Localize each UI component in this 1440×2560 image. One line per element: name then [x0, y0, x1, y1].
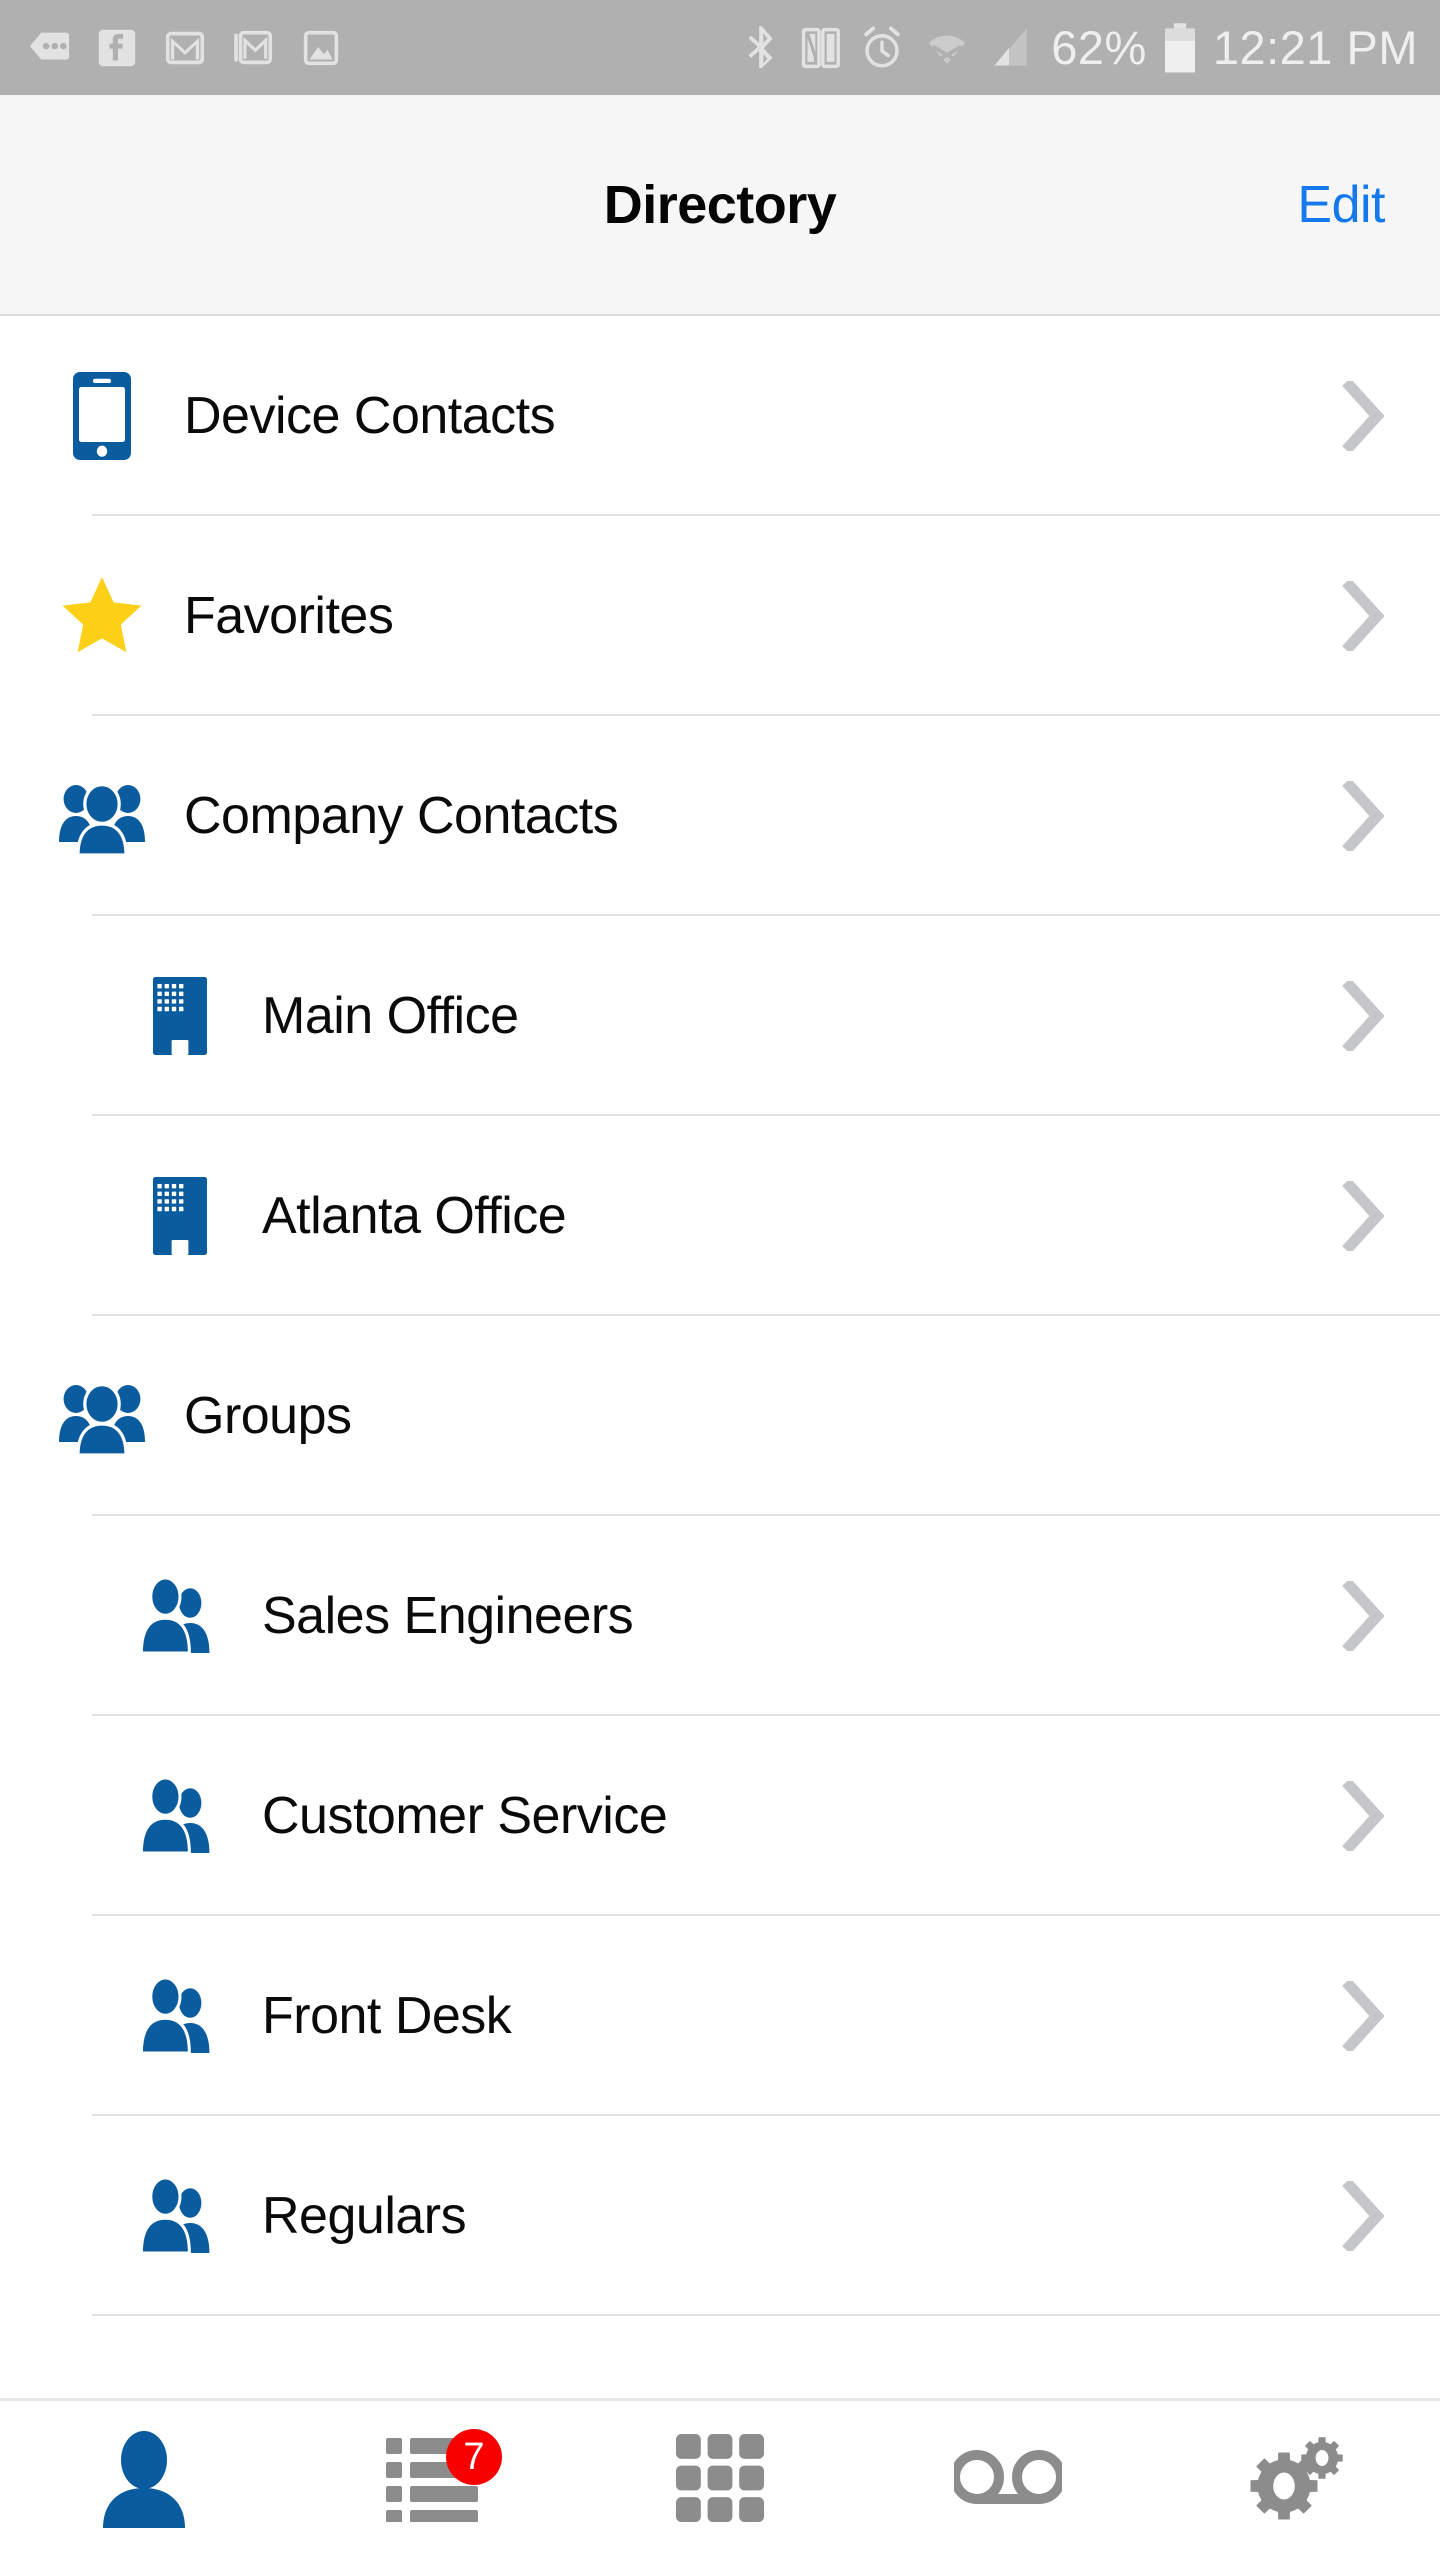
smartphone-icon [48, 370, 156, 462]
list-item-atlanta-office[interactable]: Atlanta Office [0, 1116, 1440, 1316]
clock-label: 12:21 PM [1212, 21, 1418, 74]
list-item-groups[interactable]: Groups [0, 1316, 1440, 1516]
list-item-label: Regulars [262, 2187, 467, 2245]
list-item-main-office[interactable]: Main Office [0, 916, 1440, 1116]
app-header: Directory Edit [0, 95, 1440, 316]
list-item-label: Favorites [184, 587, 394, 645]
list-item-regulars[interactable]: Regulars [0, 2116, 1440, 2316]
chevron-right-icon [1342, 781, 1384, 851]
list-item-device-contacts[interactable]: Device Contacts [0, 316, 1440, 516]
gmail-icon [165, 31, 205, 64]
group-two-icon [126, 2177, 234, 2255]
tab-badge: 7 [446, 2429, 502, 2485]
chevron-right-icon [1342, 1981, 1384, 2051]
messages-icon [29, 32, 70, 59]
star-icon [48, 574, 156, 658]
group-three-icon [48, 776, 156, 856]
phone-screen: 62% 12:21 PM Directory Edit Device Conta… [0, 0, 1440, 2560]
office-building-icon [126, 1174, 234, 1258]
tab-history[interactable]: 7 [288, 2401, 576, 2560]
battery-percent-label: 62% [1051, 21, 1147, 74]
page-title: Directory [603, 174, 837, 235]
alarm-icon [864, 25, 901, 67]
list-item-label: Device Contacts [184, 387, 556, 445]
battery-icon [1164, 22, 1195, 72]
list-item-customer-service[interactable]: Customer Service [0, 1716, 1440, 1916]
nfc-icon [802, 27, 841, 68]
group-two-icon [126, 1977, 234, 2055]
gmail-secondary-icon [234, 30, 273, 64]
wifi-disconnected-icon [929, 35, 966, 65]
list-item-company-contacts[interactable]: Company Contacts [0, 716, 1440, 916]
list-item-label: Main Office [262, 987, 519, 1045]
tab-contacts[interactable] [0, 2401, 288, 2560]
chevron-right-icon [1342, 981, 1384, 1051]
list-item-label: Customer Service [262, 1787, 668, 1845]
status-bar-notification-icons [26, 25, 739, 71]
bottom-tab-bar: 7 [0, 2398, 1440, 2560]
chevron-right-icon [1342, 581, 1384, 651]
edit-button[interactable]: Edit [1297, 175, 1385, 235]
status-bar: 62% 12:21 PM [0, 0, 1440, 95]
facebook-icon [98, 29, 136, 66]
chevron-right-icon [1342, 1181, 1384, 1251]
person-icon [100, 2428, 188, 2533]
cell-signal-icon [994, 28, 1028, 66]
office-building-icon [126, 974, 234, 1058]
group-two-icon [126, 1577, 234, 1655]
chevron-right-icon [1342, 1781, 1384, 1851]
list-item-sales-engineers[interactable]: Sales Engineers [0, 1516, 1440, 1716]
list-item-label: Company Contacts [184, 787, 619, 845]
tab-voicemail[interactable] [864, 2401, 1152, 2560]
voicemail-icon [950, 2445, 1066, 2516]
list-item-label: Groups [184, 1387, 352, 1445]
list-item-favorites[interactable]: Favorites [0, 516, 1440, 716]
list-item-front-desk[interactable]: Front Desk [0, 1916, 1440, 2116]
bluetooth-icon [748, 25, 773, 68]
tab-settings[interactable] [1152, 2401, 1440, 2560]
photos-icon [303, 30, 339, 65]
tab-keypad[interactable] [576, 2401, 864, 2560]
group-three-icon [48, 1376, 156, 1456]
row-divider [92, 2314, 1440, 2316]
chevron-right-icon [1342, 1581, 1384, 1651]
list-item-label: Atlanta Office [262, 1187, 567, 1245]
settings-gears-icon [1248, 2432, 1344, 2529]
status-bar-system-icons: 62% 12:21 PM [739, 20, 1418, 75]
group-two-icon [126, 1777, 234, 1855]
directory-list: Device Contacts Favorites Company Contacts… [0, 316, 1440, 2316]
chevron-right-icon [1342, 381, 1384, 451]
keypad-icon [676, 2434, 764, 2527]
list-item-label: Front Desk [262, 1987, 512, 2045]
list-item-label: Sales Engineers [262, 1587, 634, 1645]
chevron-right-icon [1342, 2181, 1384, 2251]
